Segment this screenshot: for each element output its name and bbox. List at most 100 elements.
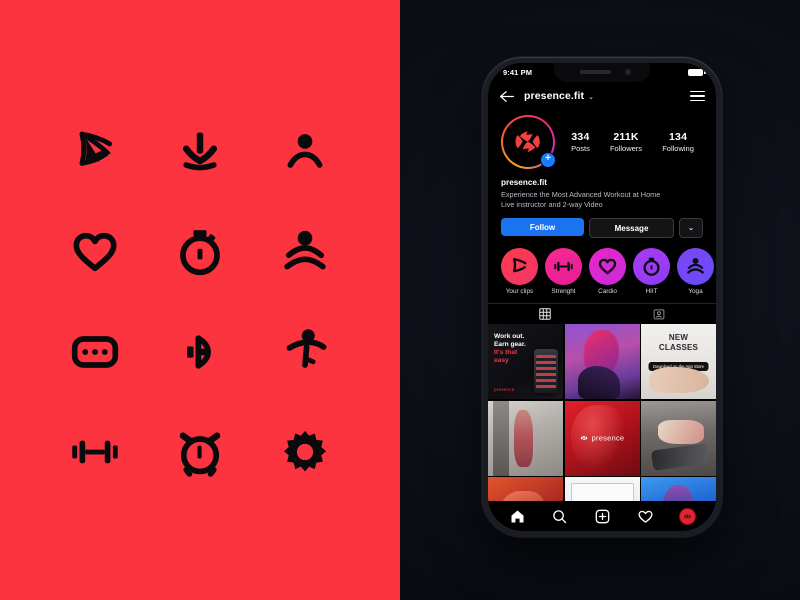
- download-icon: [182, 132, 218, 171]
- icon-cell-speaker[interactable]: [147, 302, 252, 402]
- stat-posts[interactable]: 334 Posts: [571, 131, 590, 153]
- nav-profile[interactable]: [678, 507, 696, 525]
- gear-icon: [284, 430, 327, 472]
- icon-cell-gear[interactable]: [253, 402, 358, 502]
- icon-cell-heart[interactable]: [42, 202, 147, 302]
- tab-tagged[interactable]: [602, 304, 716, 324]
- story-highlights[interactable]: Your clips Strenght Cardio HIIT Yoga: [488, 238, 716, 295]
- battery-icon: [688, 69, 706, 76]
- photo-grid: Work out. Earn gear. It's that easy pres…: [488, 324, 716, 531]
- status-bar: 9:41 PM: [488, 63, 716, 83]
- stat-followers-label: Followers: [609, 144, 643, 153]
- status-bar-time: 9:41 PM: [503, 68, 533, 77]
- icon-showcase-panel: [0, 0, 400, 600]
- grid-icon: [539, 308, 551, 320]
- stat-following-label: Following: [662, 144, 694, 153]
- meditation-icon: [284, 230, 327, 270]
- highlight-label: Cardio: [598, 288, 617, 296]
- highlight-your-clips[interactable]: Your clips: [501, 248, 538, 295]
- app-header: presence.fit ⌄: [488, 83, 716, 109]
- stat-posts-label: Posts: [571, 144, 590, 153]
- add-story-badge[interactable]: +: [540, 152, 556, 168]
- dumbbell-icon: [71, 440, 118, 464]
- new-classes-line-2: CLASSES: [658, 343, 699, 353]
- phone-mockup-panel: 9:41 PM presence.fit ⌄ + 334 Posts 211K …: [400, 0, 800, 600]
- icon-cell-jumping-person[interactable]: [253, 302, 358, 402]
- photo-tile-new-classes[interactable]: NEW CLASSES Download on the App Store: [641, 324, 716, 400]
- photo-tile-stretch[interactable]: [488, 400, 563, 476]
- photo-tile-brand-red[interactable]: presence: [564, 400, 640, 476]
- new-classes-line-1: NEW: [668, 333, 689, 343]
- promo-line-2: Earn gear.: [494, 341, 526, 349]
- stat-following[interactable]: 134 Following: [662, 131, 694, 153]
- stat-followers-value: 211K: [613, 131, 639, 143]
- photo-tile-workout-purple[interactable]: [564, 324, 640, 400]
- page-title: presence.fit: [524, 90, 585, 102]
- meditation-icon: [687, 258, 704, 274]
- person-icon: [287, 134, 323, 168]
- stat-following-value: 134: [668, 131, 688, 143]
- nav-search[interactable]: [551, 507, 569, 525]
- nav-likes[interactable]: [636, 507, 654, 525]
- tab-grid[interactable]: [488, 304, 602, 324]
- heart-icon: [638, 510, 653, 523]
- bio-line-2: Live instructor and 2-way Video: [501, 200, 603, 210]
- icon-grid: [42, 102, 358, 502]
- tagged-icon: [653, 309, 665, 320]
- chat-dots-icon: [71, 336, 118, 368]
- stat-followers[interactable]: 211K Followers: [610, 131, 642, 153]
- screenshot-canvas: 9:41 PM presence.fit ⌄ + 334 Posts 211K …: [0, 0, 800, 600]
- home-icon: [511, 510, 524, 522]
- stopwatch-icon: [643, 257, 660, 277]
- follow-button[interactable]: Follow: [501, 218, 584, 237]
- hamburger-menu-icon[interactable]: [690, 88, 705, 105]
- nav-add[interactable]: [593, 507, 611, 525]
- profile-row: + 334 Posts 211K Followers 134 Following: [488, 109, 716, 169]
- speaker-icon: [186, 335, 211, 369]
- highlight-label: Yoga: [688, 288, 703, 296]
- more-options-button[interactable]: ⌄: [679, 218, 703, 239]
- highlight-strenght[interactable]: Strenght: [545, 248, 582, 295]
- highlight-yoga[interactable]: Yoga: [677, 248, 714, 295]
- icon-cell-chat-dots[interactable]: [42, 302, 147, 402]
- icon-cell-meditation[interactable]: [253, 202, 358, 302]
- promo-text: Work out. Earn gear. It's that easy: [494, 333, 526, 365]
- alarm-clock-icon: [179, 432, 221, 477]
- icon-cell-alarm-clock[interactable]: [147, 402, 252, 502]
- avatar[interactable]: +: [501, 115, 556, 169]
- jumping-person-icon: [287, 329, 327, 368]
- icon-cell-play-curved[interactable]: [42, 102, 147, 202]
- icon-cell-download[interactable]: [147, 102, 252, 202]
- heart-icon: [598, 259, 617, 275]
- dumbbell-icon: [554, 262, 573, 272]
- chevron-down-icon[interactable]: ⌄: [588, 93, 594, 101]
- icon-cell-dumbbell[interactable]: [42, 402, 147, 502]
- icon-cell-person[interactable]: [253, 102, 358, 202]
- bottom-navigation-bar: [488, 501, 716, 531]
- stat-posts-value: 334: [571, 131, 590, 143]
- presence-logo-icon: [581, 436, 588, 441]
- avatar-icon: [684, 514, 691, 518]
- highlight-circle: [501, 248, 538, 286]
- play-curved-icon: [79, 131, 112, 166]
- profile-tabstrip: [488, 303, 716, 324]
- search-icon: [553, 509, 567, 523]
- stopwatch-icon: [180, 230, 220, 276]
- profile-actions: Follow Message ⌄: [488, 209, 716, 239]
- photo-tile-bench[interactable]: [641, 400, 716, 476]
- bio-line-1: Experience the Most Advanced Workout at …: [501, 190, 661, 199]
- photo-tile-promo-dark[interactable]: Work out. Earn gear. It's that easy pres…: [488, 324, 563, 400]
- highlight-hiit[interactable]: HIIT: [633, 248, 670, 295]
- nav-home[interactable]: [508, 507, 526, 525]
- message-button[interactable]: Message: [589, 218, 674, 239]
- phone-screen: 9:41 PM presence.fit ⌄ + 334 Posts 211K …: [488, 63, 716, 531]
- bio-display-name: presence.fit: [501, 178, 547, 187]
- icon-cell-stopwatch[interactable]: [147, 202, 252, 302]
- play-curved-icon: [513, 258, 527, 273]
- new-classes-figure: [648, 367, 709, 394]
- presence-brand-row: presence: [580, 434, 625, 443]
- highlight-label: Strenght: [551, 288, 576, 296]
- highlight-cardio[interactable]: Cardio: [589, 248, 626, 295]
- promo-line-1: Work out.: [494, 333, 525, 341]
- back-arrow-icon[interactable]: [499, 90, 515, 103]
